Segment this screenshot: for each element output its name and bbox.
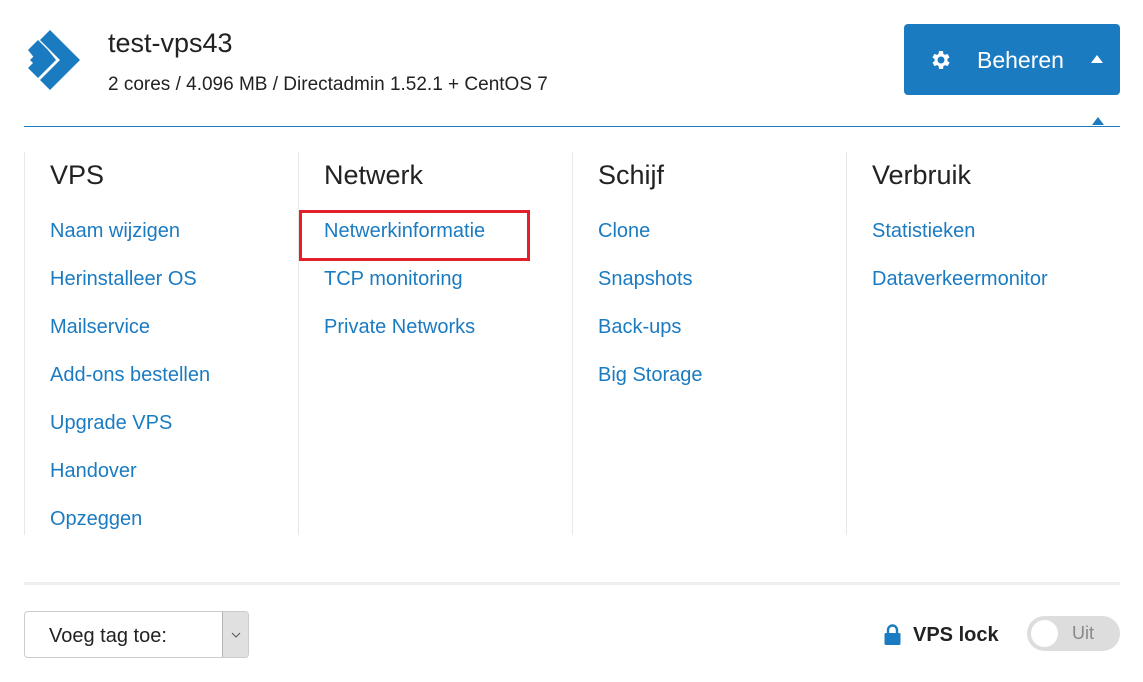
menu-heading-verbruik: Verbruik (872, 160, 972, 190)
caret-up-icon (1091, 55, 1103, 63)
logo-icon (28, 30, 80, 90)
manage-menu: VPS Naam wijzigen Herinstalleer OS Mails… (24, 152, 1120, 535)
vps-lock-toggle[interactable]: Uit (1027, 616, 1120, 651)
menu-link-mailservice[interactable]: Mailservice (50, 315, 150, 339)
menu-heading-schijf: Schijf (598, 160, 665, 190)
vps-lock-label: VPS lock (913, 624, 999, 646)
toggle-knob (1031, 620, 1058, 647)
menu-heading-vps: VPS (50, 160, 105, 190)
menu-column-verbruik: Verbruik Statistieken Dataverkeermonitor (846, 152, 1120, 535)
menu-link-naam-wijzigen[interactable]: Naam wijzigen (50, 219, 180, 243)
vps-specs: 2 cores / 4.096 MB / Directadmin 1.52.1 … (108, 74, 548, 95)
add-tag-select-value: Voeg tag toe: (49, 625, 167, 647)
menu-link-back-ups[interactable]: Back-ups (598, 315, 681, 339)
menu-heading-netwerk: Netwerk (324, 160, 424, 190)
menu-link-herinstalleer-os[interactable]: Herinstalleer OS (50, 267, 197, 291)
manage-button[interactable]: Beheren (904, 24, 1120, 95)
header-divider (24, 126, 1120, 127)
footer-divider (24, 582, 1120, 585)
menu-link-opzeggen[interactable]: Opzeggen (50, 507, 142, 531)
menu-link-tcp-monitoring[interactable]: TCP monitoring (324, 267, 463, 291)
manage-button-label: Beheren (977, 47, 1064, 73)
menu-link-dataverkeermonitor[interactable]: Dataverkeermonitor (872, 267, 1048, 291)
menu-link-clone[interactable]: Clone (598, 219, 650, 243)
lock-icon (884, 624, 901, 645)
menu-link-handover[interactable]: Handover (50, 459, 137, 483)
chevron-down-icon (231, 632, 240, 638)
add-tag-select[interactable]: Voeg tag toe: (24, 611, 249, 658)
menu-link-upgrade-vps[interactable]: Upgrade VPS (50, 411, 172, 435)
add-tag-select-toggle[interactable] (222, 612, 248, 657)
gear-icon (932, 51, 950, 69)
menu-link-private-networks[interactable]: Private Networks (324, 315, 475, 339)
menu-link-statistieken[interactable]: Statistieken (872, 219, 975, 243)
menu-column-netwerk: Netwerk Netwerkinformatie TCP monitoring… (298, 152, 572, 535)
menu-link-snapshots[interactable]: Snapshots (598, 267, 693, 291)
dropdown-pointer-icon (1092, 117, 1104, 125)
menu-column-vps: VPS Naam wijzigen Herinstalleer OS Mails… (24, 152, 298, 535)
menu-link-add-ons-bestellen[interactable]: Add-ons bestellen (50, 363, 210, 387)
vps-title: test-vps43 (108, 28, 233, 58)
menu-link-netwerkinformatie[interactable]: Netwerkinformatie (324, 219, 485, 243)
vps-lock-toggle-text: Uit (1072, 623, 1094, 643)
menu-column-schijf: Schijf Clone Snapshots Back-ups Big Stor… (572, 152, 846, 535)
menu-link-big-storage[interactable]: Big Storage (598, 363, 703, 387)
